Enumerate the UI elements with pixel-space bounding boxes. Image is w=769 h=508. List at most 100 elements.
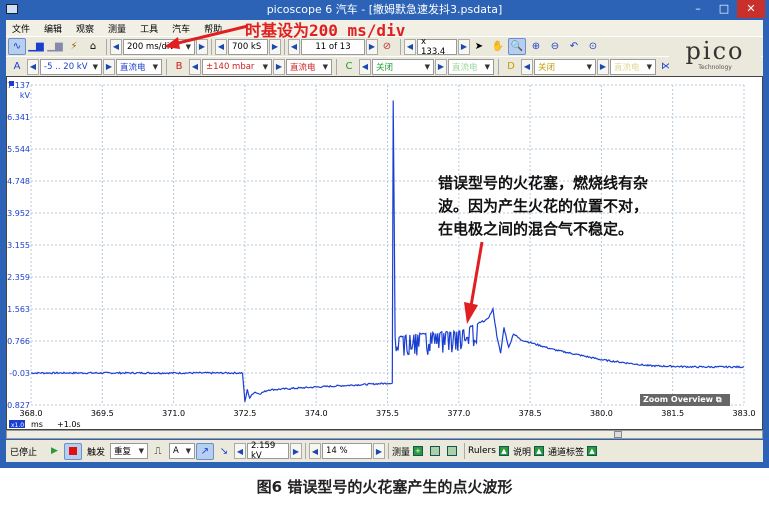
channel-a-coupling-select[interactable]: 直流电 ▼ [116,58,162,75]
menu-edit[interactable]: 编辑 [44,22,62,35]
status-label: 已停止 [10,447,38,458]
x-tick-label: 375.5 [376,409,399,418]
remove-measurement-icon[interactable] [429,446,440,456]
scope-mode-icon[interactable]: ∿ [8,38,26,55]
zoom-next-button[interactable]: ▶ [458,38,470,55]
y-tick-label: 0.766 [7,337,30,346]
x-tick-label: 372.5 [233,409,256,418]
channel-a-button[interactable]: A [8,58,26,75]
time-offset: +1.0s [57,420,81,429]
auto-setup-icon[interactable]: ⚡ [65,38,83,55]
channel-a-range-prev[interactable]: ◀ [27,58,39,75]
rising-edge-icon[interactable]: ↗ [195,442,214,460]
channel-b-button[interactable]: B [170,58,188,75]
zoom-overview-panel[interactable]: Zoom Overview ⧉ ✕ [640,394,730,416]
menu-measure[interactable]: 测量 [108,22,126,35]
channel-a-range-select[interactable]: -5 .. 20 kV ▼ [40,58,102,75]
menu-view[interactable]: 观察 [76,22,94,35]
home-icon[interactable]: ⌂ [84,38,102,55]
trigger-mode-select[interactable]: 重复 ▼ [109,443,148,459]
x-tick-label: 374.0 [305,409,328,418]
timebase-annotation: 时基设为200 ms/div [245,21,406,40]
x-axis-unit: ms [31,420,43,429]
x-tick-label: 368.0 [20,409,43,418]
channel-d-range-select[interactable]: 关闭 ▼ [534,58,596,75]
scrollbar-thumb[interactable] [614,431,622,438]
scope-view[interactable]: 7.137 6.341 5.544 4.748 3.952 3.155 2.359 1.563… [6,76,763,430]
maximize-button[interactable]: □ [711,0,737,18]
trigger-type-icon[interactable]: ⎍ [149,443,167,460]
channel-d-button[interactable]: D [502,58,520,75]
run-button[interactable]: ▶ [51,446,58,456]
waveform-plot[interactable]: 7.1376.3415.5444.7483.9523.1552.3591.563… [7,77,764,431]
zoom-out-icon[interactable]: ⊖ [546,38,564,55]
stop-button[interactable] [63,442,82,460]
zoom-window-icon[interactable]: 🔍 [508,38,526,55]
trigger-label: 触发 [86,447,105,458]
scale-badge-label: x1.0 [11,422,24,429]
zoom-in-icon[interactable]: ⊕ [527,38,545,55]
falling-edge-icon[interactable]: ↘ [215,443,233,460]
trigger-level-next[interactable]: ▶ [289,443,302,459]
pretrigger-prev[interactable]: ◀ [308,443,321,459]
figure-caption: 图6 错误型号的火花塞产生的点火波形 [256,478,513,496]
annotation-arrow-icon [464,241,484,324]
undo-zoom-icon[interactable]: ↶ [565,38,583,55]
add-measurement-icon[interactable]: + [412,446,423,456]
persistence-mode-icon[interactable]: ▁▆ [46,38,64,55]
timebase-prev-button[interactable]: ◀ [110,38,122,55]
pointer-icon[interactable]: ➤ [470,38,488,55]
channel-labels-toggle-icon[interactable]: ▲ [586,446,597,456]
trigger-channel-select[interactable]: A ▼ [168,443,195,459]
menu-file[interactable]: 文件 [12,22,30,35]
y-tick-label: 2.359 [7,273,30,282]
pretrigger-field[interactable]: 14 % [321,443,372,459]
channel-d-range-prev[interactable]: ◀ [521,58,533,75]
close-button[interactable]: ✕ [737,0,765,18]
menu-tools[interactable]: 工具 [140,22,158,35]
channel-b-range-next[interactable]: ▶ [273,58,285,75]
channel-c-range-prev[interactable]: ◀ [359,58,371,75]
notes-toggle-icon[interactable]: ▲ [533,446,544,456]
channel-b-range-select[interactable]: ±140 mbar ▼ [202,58,272,75]
bottom-toolbar: 已停止 ▶ 触发 重复 ▼ ⎍ A ▼ ↗ ↘ ◀ 2.159 kV ▶ ◀ 14 … [6,440,763,462]
channel-a-marker [9,81,14,86]
y-tick-label: 1.563 [7,305,30,314]
channel-a-range-next[interactable]: ▶ [103,58,115,75]
trigger-level-field[interactable]: 2.159 kV [246,441,289,461]
channel-c-button[interactable]: C [340,58,358,75]
horizontal-scrollbar[interactable] [6,430,763,439]
measure-label: 测量 [391,447,410,458]
app-icon [6,4,18,14]
y-tick-label: 5.544 [7,145,30,154]
y-tick-label: 6.341 [7,113,30,122]
channel-d-coupling-select[interactable]: 直流电 ▼ [610,58,656,75]
trigger-level-prev[interactable]: ◀ [233,443,246,459]
channel-b-coupling-select[interactable]: 直流电 ▼ [286,58,332,75]
x-tick-label: 369.5 [91,409,114,418]
zoom-field[interactable]: x 133.4 [417,37,457,57]
zoom-fit-icon[interactable]: ⊙ [584,38,602,55]
minimize-button[interactable]: – [685,0,711,18]
channel-labels-label: 通道标签 [547,447,584,458]
x-tick-label: 380.0 [590,409,613,418]
annotation-arrow-icon [164,24,249,49]
app-window: picoscope 6 汽车 - [撒姆默急速发抖3.psdata] – □ ✕… [0,0,769,468]
channel-c-range-select[interactable]: 关闭 ▼ [372,58,434,75]
zoom-prev-button[interactable]: ◀ [404,38,416,55]
rulers-toggle-icon[interactable]: ▲ [498,446,509,456]
channel-c-coupling-select[interactable]: 直流电 ▼ [448,58,494,75]
channel-b-range-prev[interactable]: ◀ [189,58,201,75]
channel-c-range-next[interactable]: ▶ [435,58,447,75]
channel-d-range-next[interactable]: ▶ [597,58,609,75]
waveform-annotation: 错误型号的火花塞，燃烧线有杂 波。因为产生火花的位置不对， 在电极之间的混合气不… [438,174,649,238]
y-tick-label: 3.155 [7,241,30,250]
rulers-label: Rulers [467,446,496,456]
x-tick-label: 377.0 [447,409,470,418]
edit-measurement-icon[interactable] [446,446,457,456]
y-tick-label: -0.03 [9,369,30,378]
spectrum-mode-icon[interactable]: ▁▆ [27,38,45,55]
pretrigger-next[interactable]: ▶ [372,443,385,459]
hand-icon[interactable]: ✋ [489,38,507,55]
channel-toolbar: A ◀ -5 .. 20 kV ▼ ▶ 直流电 ▼ B ◀ ±140 mbar ▼ ▶… [6,56,763,76]
